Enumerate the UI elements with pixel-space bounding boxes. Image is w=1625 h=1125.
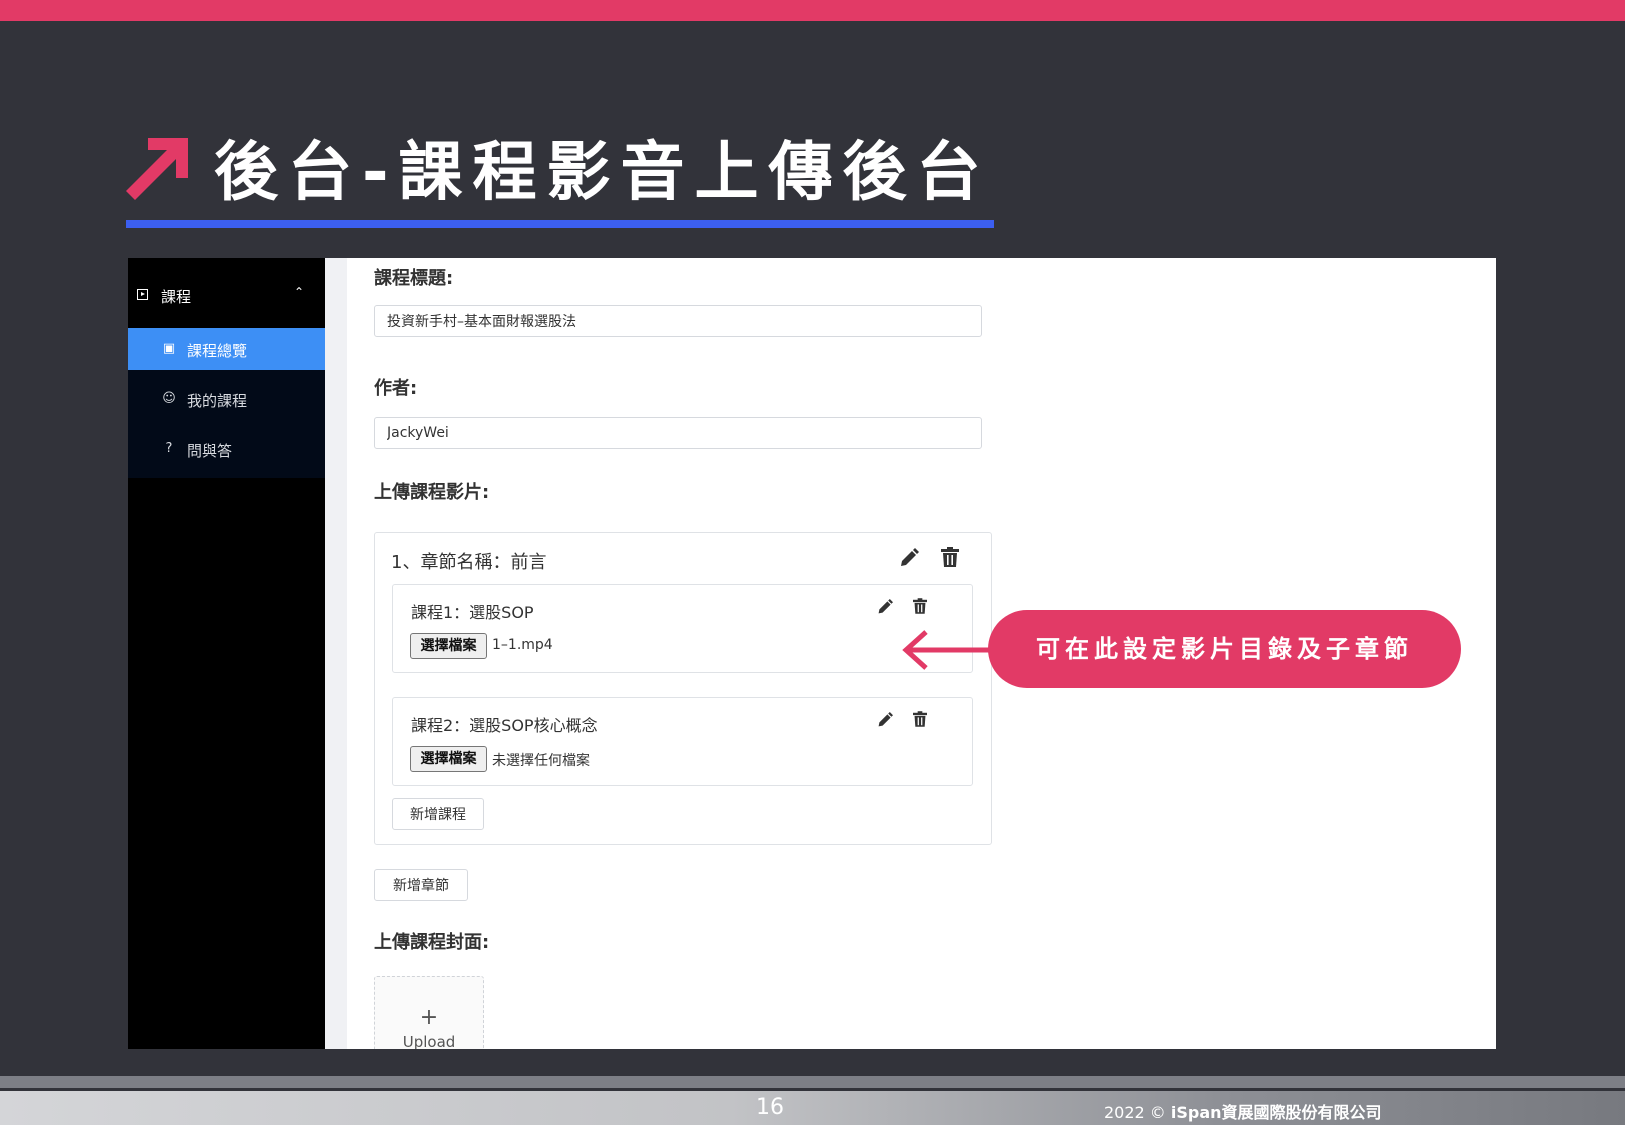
play-square-icon (137, 289, 148, 300)
lesson-card: 課程2：選股SOP核心概念 選擇檔案 未選擇任何檔案 (392, 697, 973, 786)
edit-chapter-icon[interactable] (899, 548, 919, 568)
course-title-input[interactable] (374, 305, 982, 337)
selected-file-name: 1–1.mp4 (492, 637, 553, 653)
page-number: 16 (756, 1095, 784, 1120)
sidebar-submenu: ▣ 課程總覽 ☺ 我的課程 ? 問與答 (128, 328, 325, 478)
sidebar-item-label: 課程總覽 (187, 342, 248, 360)
company-name: iSpan資展國際股份有限公司 (1170, 1103, 1382, 1122)
lesson-title: 課程1：選股SOP (411, 603, 534, 622)
author-label: 作者: (374, 378, 418, 399)
smile-icon: ☺ (162, 391, 176, 406)
callout-badge: 可在此設定影片目錄及子章節 (988, 610, 1461, 688)
sidebar-item-course-overview[interactable]: ▣ 課程總覽 (128, 328, 325, 370)
lesson-card: 課程1：選股SOP 選擇檔案 1–1.mp4 (392, 584, 973, 673)
choose-file-button[interactable]: 選擇檔案 (410, 633, 487, 659)
question-icon: ? (165, 441, 173, 456)
upload-cover-label: 上傳課程封面: (374, 932, 490, 953)
slide-title-block: 後台-課程影音上傳後台 (126, 128, 996, 228)
sidebar: 課程 ⌃ ▣ 課程總覽 ☺ 我的課程 ? 問與答 (128, 258, 325, 1049)
edit-lesson-icon[interactable] (877, 712, 893, 728)
selected-file-name: 未選擇任何檔案 (492, 753, 590, 769)
author-input[interactable] (374, 417, 982, 449)
lesson-title: 課程2：選股SOP核心概念 (411, 716, 598, 735)
course-title-label: 課程標題: (374, 268, 454, 289)
content-gutter (325, 258, 347, 1049)
choose-file-button[interactable]: 選擇檔案 (410, 746, 487, 772)
sidebar-group-courses[interactable]: 課程 ⌃ (128, 258, 325, 328)
delete-lesson-icon[interactable] (913, 598, 927, 614)
add-lesson-button[interactable]: 新增課程 (392, 798, 484, 830)
chapter-card: 1、章節名稱：前言 課程1：選股SOP 選擇檔案 1–1.mp4 課程2：選股S… (374, 532, 992, 845)
top-accent-bar (0, 0, 1625, 21)
sidebar-item-label: 問與答 (187, 442, 233, 460)
footer-strip (0, 1076, 1625, 1088)
upload-label: Upload (402, 1033, 456, 1049)
copyright-text: 2022 © iSpan資展國際股份有限公司 (1104, 1099, 1382, 1123)
chapter-title: 1、章節名稱：前言 (391, 552, 547, 573)
sidebar-item-qa[interactable]: ? 問與答 (128, 428, 325, 470)
delete-chapter-icon[interactable] (941, 547, 959, 567)
page-title: 後台-課程影音上傳後台 (214, 136, 991, 210)
sidebar-item-label: 我的課程 (187, 392, 248, 410)
calendar-icon: ▣ (162, 341, 176, 356)
upload-cover-dropzone[interactable]: + Upload (374, 976, 484, 1049)
upload-videos-label: 上傳課程影片: (374, 482, 490, 503)
arrow-up-right-icon (126, 138, 188, 200)
title-underline (126, 220, 994, 228)
plus-icon: + (419, 1005, 439, 1030)
sidebar-group-label: 課程 (161, 288, 192, 306)
sidebar-item-my-courses[interactable]: ☺ 我的課程 (128, 378, 325, 420)
chevron-up-icon: ⌃ (294, 285, 305, 299)
delete-lesson-icon[interactable] (913, 711, 927, 727)
arrow-left-icon (902, 630, 995, 670)
add-chapter-button[interactable]: 新增章節 (374, 869, 468, 901)
edit-lesson-icon[interactable] (877, 599, 893, 615)
copyright-prefix: 2022 © (1104, 1103, 1166, 1122)
